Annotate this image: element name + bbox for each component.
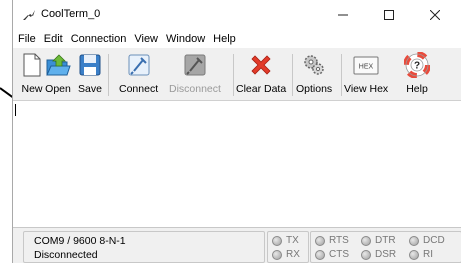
led-indicator-icon <box>361 249 371 260</box>
menu-help[interactable]: Help <box>209 33 240 45</box>
rts-led: RTS <box>315 235 349 246</box>
menu-window[interactable]: Window <box>162 33 209 45</box>
coolterm-window: CoolTerm_0 File Edit Connection View Win… <box>12 0 461 263</box>
txrx-led-box: TX RX <box>267 231 309 263</box>
help-lifebuoy-icon: ? <box>404 52 430 78</box>
hex-icon: HEX <box>353 56 379 75</box>
ri-led: RI <box>409 249 433 260</box>
terminal-area[interactable] <box>13 101 461 228</box>
open-button[interactable]: Open <box>45 51 71 97</box>
view-hex-label: View Hex <box>344 83 389 95</box>
led-indicator-icon <box>315 249 325 260</box>
toolbar-separator <box>108 54 109 96</box>
dtr-label: DTR <box>375 235 396 246</box>
dsr-led: DSR <box>361 249 396 260</box>
close-button[interactable] <box>415 0 455 30</box>
tx-led: TX <box>272 235 299 246</box>
save-button[interactable]: Save <box>77 51 103 97</box>
menu-edit[interactable]: Edit <box>40 33 67 45</box>
disconnect-label: Disconnect <box>169 83 221 95</box>
clear-x-icon <box>251 55 271 75</box>
status-bar: COM9 / 9600 8-N-1 Disconnected TX RX RTS… <box>13 228 461 263</box>
dtr-led: DTR <box>361 235 396 246</box>
line-status-led-box: RTS CTS DTR DSR DCD RI <box>310 231 461 263</box>
dcd-label: DCD <box>423 235 445 246</box>
disconnect-plug-icon <box>184 54 206 76</box>
minimize-icon <box>338 14 348 16</box>
menu-file[interactable]: File <box>14 33 40 45</box>
new-document-icon <box>23 53 41 77</box>
new-label: New <box>21 83 43 95</box>
ri-label: RI <box>423 249 433 260</box>
toolbar-separator <box>292 54 293 96</box>
help-button[interactable]: ? Help <box>404 51 430 97</box>
open-folder-icon <box>46 54 71 76</box>
connection-state-text: Disconnected <box>34 249 98 261</box>
dcd-led: DCD <box>409 235 445 246</box>
led-indicator-icon <box>315 235 325 246</box>
connect-plug-icon <box>128 54 150 76</box>
rx-label: RX <box>286 249 300 260</box>
svg-text:?: ? <box>414 61 420 72</box>
rx-led: RX <box>272 249 300 260</box>
coolterm-app-icon <box>23 10 35 20</box>
led-indicator-icon <box>409 249 419 260</box>
text-caret <box>15 104 16 116</box>
cts-label: CTS <box>329 249 349 260</box>
menu-bar: File Edit Connection View Window Help <box>13 30 461 48</box>
menu-view[interactable]: View <box>130 33 162 45</box>
help-label: Help <box>406 83 428 95</box>
options-label: Options <box>296 83 333 95</box>
disconnect-button[interactable]: Disconnect <box>169 51 221 97</box>
menu-connection[interactable]: Connection <box>67 33 131 45</box>
rts-label: RTS <box>329 235 349 246</box>
options-gears-icon <box>304 55 324 75</box>
window-title: CoolTerm_0 <box>41 8 101 20</box>
cts-led: CTS <box>315 249 349 260</box>
open-label: Open <box>45 83 71 95</box>
tx-label: TX <box>286 235 299 246</box>
clear-data-label: Clear Data <box>236 83 287 95</box>
toolbar-separator <box>233 54 234 96</box>
dsr-label: DSR <box>375 249 397 260</box>
connect-label: Connect <box>119 83 159 95</box>
view-hex-button[interactable]: HEX View Hex <box>344 51 388 97</box>
close-icon <box>430 10 440 20</box>
options-button[interactable]: Options <box>296 51 332 97</box>
clear-data-button[interactable]: Clear Data <box>236 51 286 97</box>
save-label: Save <box>78 83 102 95</box>
save-disk-icon <box>79 54 101 76</box>
maximize-icon <box>384 10 394 20</box>
toolbar: New Open Save Connect Disconnect Clear D… <box>13 48 461 101</box>
new-button[interactable]: New <box>19 51 45 97</box>
led-indicator-icon <box>361 235 371 246</box>
minimize-button[interactable] <box>323 0 363 30</box>
toolbar-separator <box>341 54 342 96</box>
led-indicator-icon <box>272 249 282 260</box>
connect-button[interactable]: Connect <box>119 51 158 97</box>
led-indicator-icon <box>272 235 282 246</box>
hex-icon-text: HEX <box>359 64 374 71</box>
port-settings-text: COM9 / 9600 8-N-1 <box>34 235 126 247</box>
maximize-button[interactable] <box>369 0 409 30</box>
title-bar: CoolTerm_0 <box>13 0 461 30</box>
connection-info-box: COM9 / 9600 8-N-1 Disconnected <box>23 231 265 263</box>
led-indicator-icon <box>409 235 419 246</box>
